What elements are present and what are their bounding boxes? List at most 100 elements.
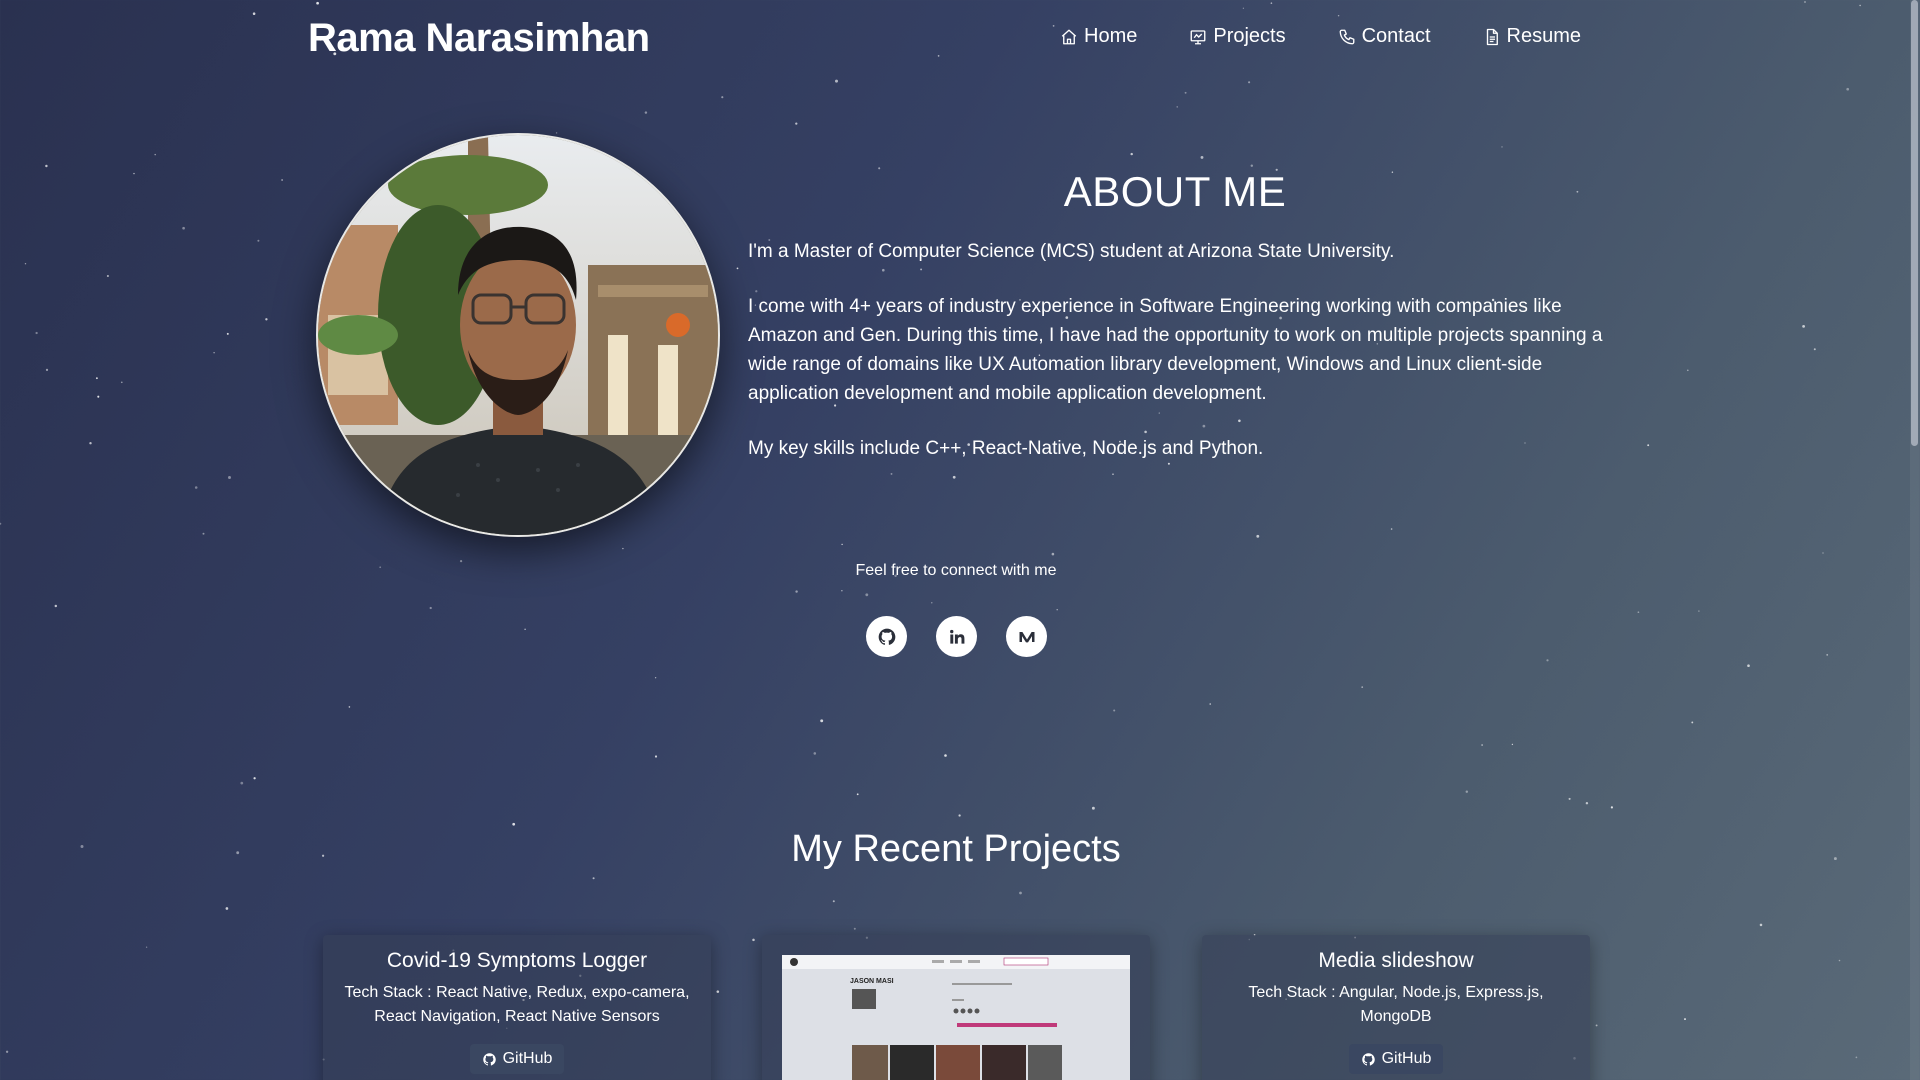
star xyxy=(429,606,432,610)
star xyxy=(1759,923,1763,927)
star xyxy=(820,719,824,723)
star xyxy=(213,352,215,354)
star xyxy=(1546,659,1549,662)
star xyxy=(1846,87,1850,91)
star xyxy=(752,938,755,942)
preview-heading: JASON MASI xyxy=(850,978,894,985)
star xyxy=(1051,552,1055,556)
star xyxy=(1242,7,1245,9)
star xyxy=(1390,528,1393,530)
star xyxy=(1698,610,1700,612)
star xyxy=(89,441,92,445)
star xyxy=(856,793,859,796)
profile-photo xyxy=(316,133,720,537)
medium-link[interactable] xyxy=(1006,616,1047,657)
project-title: Media slideshow xyxy=(1318,949,1474,972)
nav-resume-label: Resume xyxy=(1506,25,1582,47)
star xyxy=(1855,1056,1858,1059)
star xyxy=(1684,1018,1686,1021)
star xyxy=(1838,959,1841,962)
star xyxy=(1248,81,1251,84)
star xyxy=(348,706,351,708)
star xyxy=(316,1,319,5)
scrollbar-thumb[interactable] xyxy=(1911,0,1918,446)
star xyxy=(95,377,98,380)
project-tech-stack: Tech Stack : Angular, Node.js, Express.j… xyxy=(1248,984,1544,1025)
star xyxy=(1270,2,1273,4)
star xyxy=(1113,709,1116,712)
github-link[interactable] xyxy=(866,616,907,657)
about-title: ABOUT ME xyxy=(1063,168,1287,215)
home-icon xyxy=(1061,29,1077,44)
star xyxy=(1610,806,1614,809)
star xyxy=(654,677,657,679)
star xyxy=(281,179,283,181)
project-card: Media slideshow Tech Stack : Angular, No… xyxy=(1202,935,1590,1080)
star xyxy=(795,122,798,125)
project-card[interactable]: JASON MASI xyxy=(762,935,1150,1080)
nav-contact-label: Contact xyxy=(1361,25,1431,47)
star xyxy=(958,814,961,817)
star xyxy=(54,604,58,608)
nav-projects[interactable]: Projects xyxy=(1189,25,1286,48)
github-icon xyxy=(482,1052,496,1065)
star xyxy=(1481,744,1483,746)
star xyxy=(622,547,624,550)
star xyxy=(1019,891,1022,895)
star xyxy=(1595,1024,1598,1027)
star xyxy=(813,752,817,755)
star xyxy=(1209,703,1211,705)
star xyxy=(5,1050,9,1053)
project-preview-image: JASON MASI xyxy=(782,955,1130,1080)
github-button-label: GitHub xyxy=(1381,1050,1432,1067)
star xyxy=(1337,14,1340,17)
star xyxy=(202,532,205,535)
star xyxy=(120,381,123,384)
star xyxy=(1200,155,1204,159)
scrollbar-track[interactable] xyxy=(1910,0,1920,1080)
star xyxy=(1130,152,1133,156)
nav-bar: Home Projects Contact Resume xyxy=(1060,25,1581,48)
star xyxy=(853,927,856,930)
star xyxy=(1826,654,1829,656)
star xyxy=(265,318,268,321)
star xyxy=(1822,552,1824,554)
linkedin-icon xyxy=(949,629,964,644)
github-button-label: GitHub xyxy=(502,1050,553,1067)
star xyxy=(944,754,947,757)
star xyxy=(1056,608,1058,611)
star xyxy=(1052,25,1055,27)
about-text: I'm a Master of Computer Science (MCS) s… xyxy=(748,237,1608,489)
star xyxy=(0,522,2,525)
about-paragraph: I come with 4+ years of industry experie… xyxy=(748,296,1603,404)
star xyxy=(253,777,256,780)
nav-contact[interactable]: Contact xyxy=(1338,25,1431,48)
about-paragraph: I'm a Master of Computer Science (MCS) s… xyxy=(748,241,1395,262)
project-github-button[interactable]: GitHub xyxy=(469,1044,565,1074)
star xyxy=(45,368,49,372)
starfield-background xyxy=(0,1,1861,1075)
star xyxy=(35,331,38,335)
star xyxy=(524,628,526,631)
star xyxy=(1256,534,1260,538)
star xyxy=(736,267,739,270)
star xyxy=(654,755,658,758)
star xyxy=(832,900,835,903)
project-tech-stack: Tech Stack : React Native, Redux, expo-c… xyxy=(344,984,690,1025)
nav-resume[interactable]: Resume xyxy=(1483,25,1581,48)
star xyxy=(1647,444,1650,447)
star xyxy=(252,12,256,15)
star xyxy=(145,946,148,948)
star xyxy=(841,543,843,546)
star xyxy=(716,990,720,993)
phone-icon xyxy=(1339,29,1355,44)
star xyxy=(1465,790,1469,793)
star xyxy=(721,96,724,99)
project-github-button[interactable]: GitHub xyxy=(1348,1044,1444,1074)
document-icon xyxy=(1486,28,1498,45)
linkedin-link[interactable] xyxy=(936,616,977,657)
connect-text: Feel free to connect with me xyxy=(855,562,1057,579)
nav-home[interactable]: Home xyxy=(1060,25,1137,48)
star xyxy=(512,822,516,826)
star xyxy=(841,590,843,592)
